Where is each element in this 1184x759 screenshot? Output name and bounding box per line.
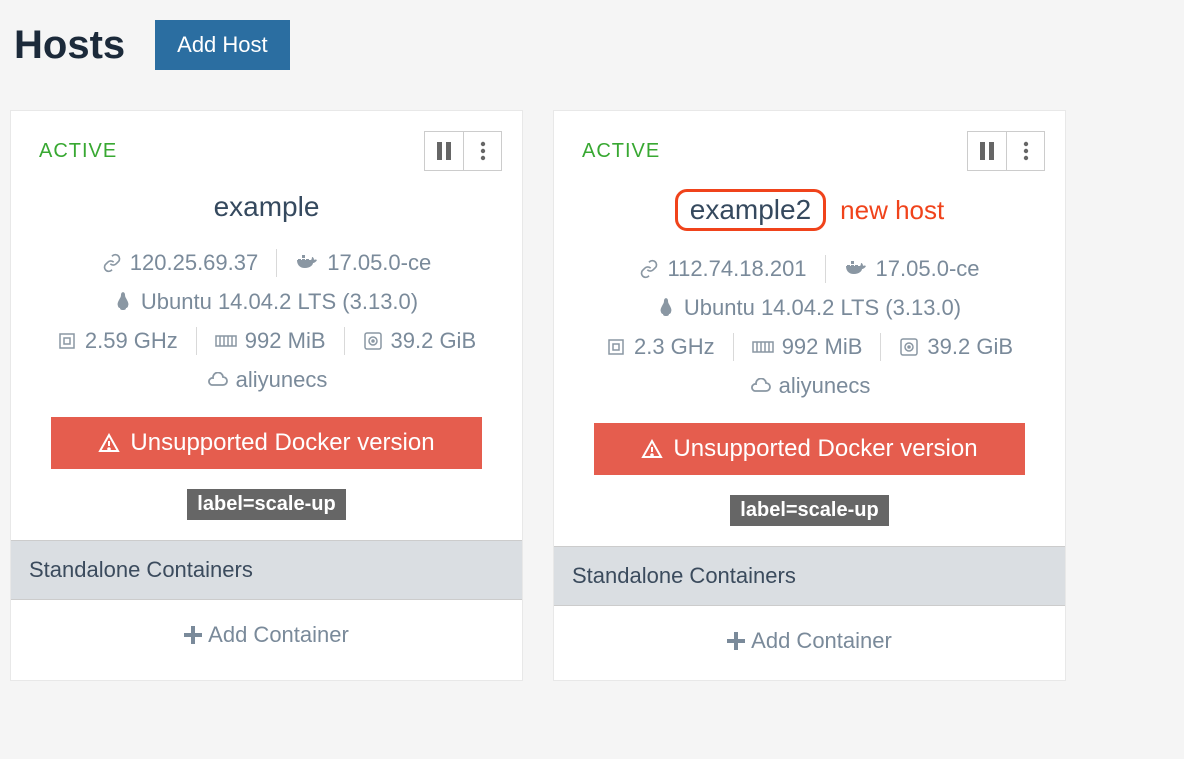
status-badge: ACTIVE bbox=[39, 140, 117, 163]
memory-icon bbox=[752, 339, 774, 355]
warning-badge: Unsupported Docker version bbox=[51, 417, 482, 469]
pause-button[interactable] bbox=[425, 132, 463, 170]
ip-cell: 120.25.69.37 bbox=[84, 250, 276, 276]
info-row-3: 2.3 GHz 992 MiB 39.2 GiB bbox=[554, 327, 1065, 367]
cpu-value: 2.3 GHz bbox=[634, 334, 715, 360]
containers-section-header: Standalone Containers bbox=[11, 540, 522, 600]
info-row-1: 112.74.18.201 17.05.0-ce bbox=[554, 249, 1065, 289]
pause-icon bbox=[979, 142, 995, 160]
annotation-label: new host bbox=[840, 195, 944, 226]
os-cell: Ubuntu 14.04.2 LTS (3.13.0) bbox=[97, 289, 436, 315]
info-row-1: 120.25.69.37 17.05.0-ce bbox=[11, 243, 522, 283]
disk-icon bbox=[363, 331, 383, 351]
info-row-2: Ubuntu 14.04.2 LTS (3.13.0) bbox=[11, 283, 522, 321]
more-vertical-icon bbox=[1023, 141, 1029, 161]
link-icon bbox=[639, 259, 659, 279]
status-badge: ACTIVE bbox=[582, 140, 660, 163]
label-chip: label=scale-up bbox=[730, 495, 888, 526]
add-container-label: Add Container bbox=[751, 628, 892, 654]
info-row-4: aliyunecs bbox=[554, 367, 1065, 405]
card-actions bbox=[424, 131, 502, 171]
cpu-icon bbox=[606, 337, 626, 357]
docker-version-value: 17.05.0-ce bbox=[327, 250, 431, 276]
docker-cell: 17.05.0-ce bbox=[277, 250, 449, 276]
plus-icon bbox=[184, 626, 202, 644]
warning-icon bbox=[98, 433, 120, 453]
host-cards: ACTIVE example bbox=[10, 110, 1174, 681]
warning-text: Unsupported Docker version bbox=[673, 435, 977, 463]
disk-icon bbox=[899, 337, 919, 357]
cpu-value: 2.59 GHz bbox=[85, 328, 178, 354]
disk-cell: 39.2 GiB bbox=[345, 328, 495, 354]
os-value: Ubuntu 14.04.2 LTS (3.13.0) bbox=[141, 289, 418, 315]
cpu-cell: 2.59 GHz bbox=[39, 328, 196, 354]
provider-value: aliyunecs bbox=[236, 367, 328, 393]
link-icon bbox=[102, 253, 122, 273]
disk-value: 39.2 GiB bbox=[927, 334, 1013, 360]
add-container-button[interactable]: Add Container bbox=[11, 600, 522, 674]
host-name[interactable]: example2 bbox=[675, 189, 826, 231]
provider-cell: aliyunecs bbox=[188, 367, 346, 393]
page-title: Hosts bbox=[14, 23, 125, 68]
ip-value: 120.25.69.37 bbox=[130, 250, 258, 276]
disk-cell: 39.2 GiB bbox=[881, 334, 1031, 360]
memory-value: 992 MiB bbox=[782, 334, 863, 360]
host-name-row: example bbox=[11, 181, 522, 243]
provider-cell: aliyunecs bbox=[731, 373, 889, 399]
cpu-icon bbox=[57, 331, 77, 351]
card-header: ACTIVE bbox=[11, 111, 522, 181]
more-vertical-icon bbox=[480, 141, 486, 161]
ip-value: 112.74.18.201 bbox=[667, 256, 806, 282]
add-host-button[interactable]: Add Host bbox=[155, 20, 290, 70]
provider-value: aliyunecs bbox=[779, 373, 871, 399]
memory-cell: 992 MiB bbox=[197, 328, 344, 354]
label-row: label=scale-up bbox=[11, 483, 522, 540]
host-card: ACTIVE example2 new host bbox=[553, 110, 1066, 681]
add-container-label: Add Container bbox=[208, 622, 349, 648]
warning-badge: Unsupported Docker version bbox=[594, 423, 1025, 475]
add-container-button[interactable]: Add Container bbox=[554, 606, 1065, 680]
host-name-row: example2 new host bbox=[554, 181, 1065, 249]
cloud-icon bbox=[206, 372, 228, 388]
info-row-4: aliyunecs bbox=[11, 361, 522, 399]
cloud-icon bbox=[749, 378, 771, 394]
card-actions bbox=[967, 131, 1045, 171]
host-card: ACTIVE example bbox=[10, 110, 523, 681]
memory-cell: 992 MiB bbox=[734, 334, 881, 360]
docker-icon bbox=[295, 254, 319, 272]
label-chip: label=scale-up bbox=[187, 489, 345, 520]
card-header: ACTIVE bbox=[554, 111, 1065, 181]
host-name[interactable]: example bbox=[202, 189, 332, 225]
linux-icon bbox=[115, 292, 133, 312]
more-button[interactable] bbox=[1006, 132, 1044, 170]
docker-version-value: 17.05.0-ce bbox=[876, 256, 980, 282]
docker-cell: 17.05.0-ce bbox=[826, 256, 998, 282]
memory-value: 992 MiB bbox=[245, 328, 326, 354]
plus-icon bbox=[727, 632, 745, 650]
more-button[interactable] bbox=[463, 132, 501, 170]
memory-icon bbox=[215, 333, 237, 349]
warning-icon bbox=[641, 439, 663, 459]
linux-icon bbox=[658, 298, 676, 318]
pause-button[interactable] bbox=[968, 132, 1006, 170]
os-value: Ubuntu 14.04.2 LTS (3.13.0) bbox=[684, 295, 961, 321]
disk-value: 39.2 GiB bbox=[391, 328, 477, 354]
info-row-2: Ubuntu 14.04.2 LTS (3.13.0) bbox=[554, 289, 1065, 327]
label-row: label=scale-up bbox=[554, 489, 1065, 546]
warning-text: Unsupported Docker version bbox=[130, 429, 434, 457]
containers-section-header: Standalone Containers bbox=[554, 546, 1065, 606]
cpu-cell: 2.3 GHz bbox=[588, 334, 733, 360]
ip-cell: 112.74.18.201 bbox=[621, 256, 824, 282]
docker-icon bbox=[844, 260, 868, 278]
pause-icon bbox=[436, 142, 452, 160]
os-cell: Ubuntu 14.04.2 LTS (3.13.0) bbox=[640, 295, 979, 321]
page-header: Hosts Add Host bbox=[10, 20, 1174, 70]
info-row-3: 2.59 GHz 992 MiB 39.2 GiB bbox=[11, 321, 522, 361]
